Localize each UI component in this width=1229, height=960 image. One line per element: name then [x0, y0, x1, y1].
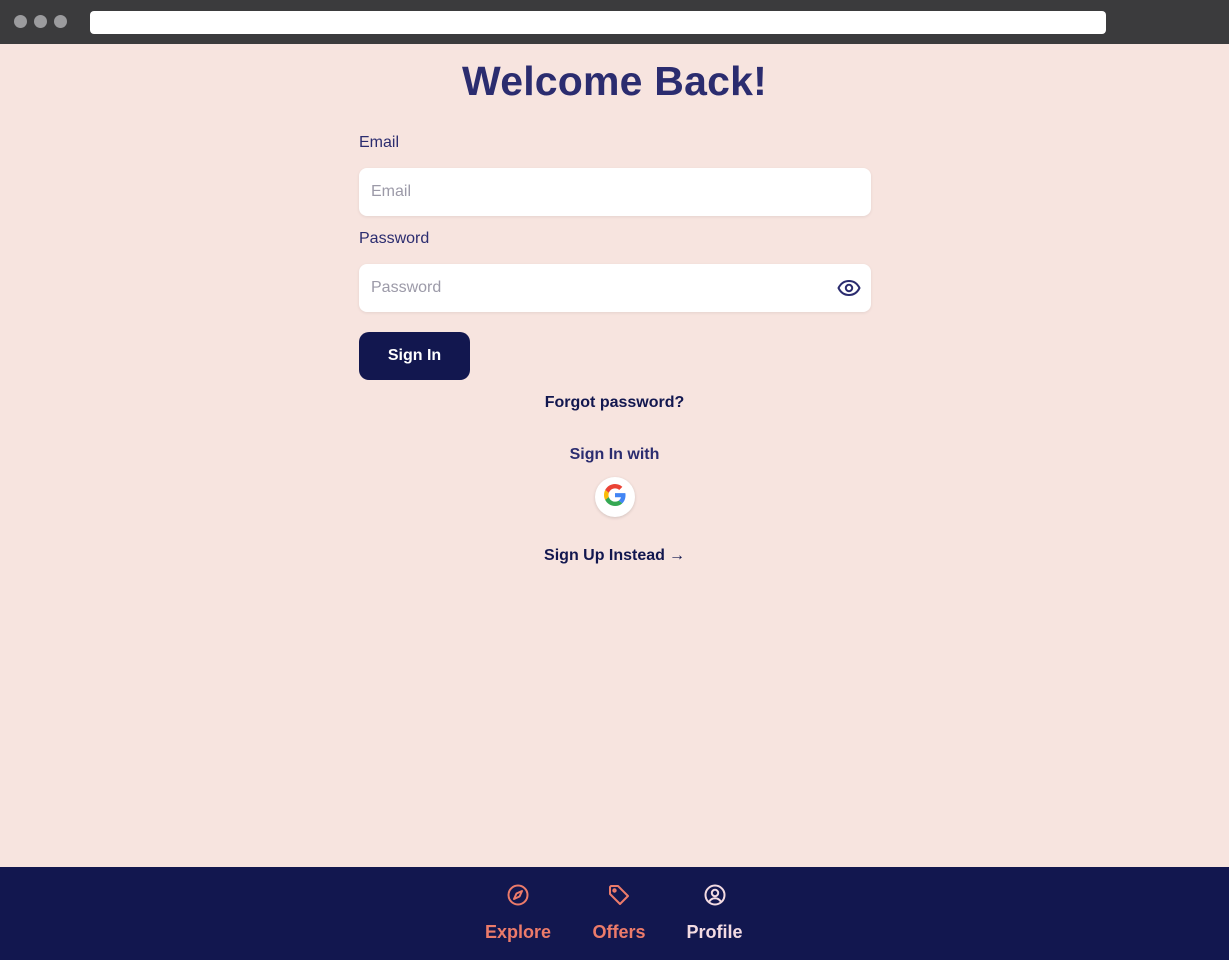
email-input[interactable]: [359, 168, 871, 216]
email-label: Email: [359, 134, 400, 151]
google-sign-in-button[interactable]: [595, 477, 635, 517]
sign-in-with-label: Sign In with: [569, 446, 660, 463]
nav-label-profile: Profile: [686, 922, 743, 942]
nav-item-explore[interactable]: Explore: [484, 883, 552, 943]
eye-icon[interactable]: [837, 276, 861, 300]
window-minimize-dot[interactable]: [34, 15, 47, 28]
tag-icon: [607, 883, 631, 912]
nav-label-explore: Explore: [484, 922, 552, 942]
nav-item-offers[interactable]: Offers: [591, 883, 647, 943]
address-bar[interactable]: [90, 11, 1106, 34]
password-field-container: [359, 264, 871, 312]
nav-label-offers: Offers: [592, 922, 646, 942]
password-input[interactable]: [359, 264, 871, 312]
arrow-right-icon: →: [668, 547, 685, 564]
password-label: Password: [359, 230, 430, 247]
google-icon: [604, 483, 626, 511]
page-title: Welcome Back!: [462, 58, 767, 104]
nav-item-profile[interactable]: Profile: [686, 883, 743, 943]
sign-in-button[interactable]: Sign In: [359, 332, 470, 380]
email-field-container: [359, 168, 871, 216]
forgot-password-row: Forgot password?: [0, 394, 1229, 412]
sign-up-label: Sign Up Instead: [544, 547, 665, 564]
browser-chrome: [0, 0, 1229, 44]
window-close-dot[interactable]: [14, 15, 27, 28]
forgot-password-link[interactable]: Forgot password?: [545, 394, 685, 411]
sign-up-link[interactable]: Sign Up Instead →: [544, 547, 685, 564]
sign-up-row: Sign Up Instead →: [0, 547, 1229, 565]
user-circle-icon: [703, 883, 727, 912]
window-maximize-dot[interactable]: [54, 15, 67, 28]
bottom-nav: Explore Offers Profile: [0, 867, 1229, 960]
compass-icon: [506, 883, 530, 912]
